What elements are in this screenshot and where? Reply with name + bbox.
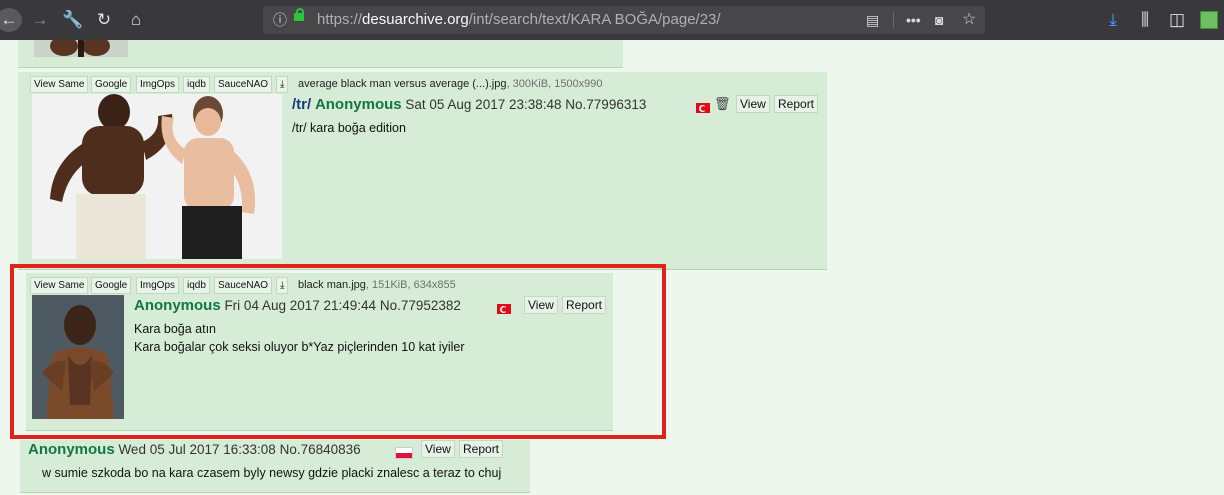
file-meta: , 300KiB, 1500x990: [506, 78, 603, 90]
poster-name: Anonymous: [314, 96, 402, 113]
trash-icon[interactable]: 🗑: [714, 96, 731, 112]
reader-view-icon[interactable]: ▤: [866, 6, 879, 34]
reload-icon[interactable]: ↻: [92, 0, 116, 40]
extension-icon[interactable]: [1200, 11, 1218, 29]
post-body: w sumie szkoda bo na kara czasem byly ne…: [42, 464, 501, 482]
divider: [893, 12, 894, 28]
url-text[interactable]: https://desuarchive.org/int/search/text/…: [317, 6, 721, 34]
file-name-link[interactable]: average black man versus average (...).j…: [298, 78, 507, 90]
report-button[interactable]: Report: [459, 440, 504, 458]
poster-name: Anonymous: [28, 441, 115, 458]
post-header: Anonymous Wed 05 Jul 2017 16:33:08 No.76…: [28, 441, 361, 458]
wrench-icon[interactable]: 🔧: [61, 0, 85, 40]
url-bar[interactable]: ⓘ https://desuarchive.org/int/search/tex…: [263, 6, 985, 34]
post-header: /tr/ Anonymous Sat 05 Aug 2017 23:38:48 …: [292, 96, 646, 113]
red-highlight-box: [10, 264, 666, 439]
bookmark-star-icon[interactable]: ☆: [962, 6, 976, 34]
back-icon[interactable]: ←: [0, 8, 22, 32]
report-button[interactable]: Report: [774, 95, 819, 113]
view-button[interactable]: View: [421, 440, 455, 458]
post-date: Wed 05 Jul 2017 16:33:08: [118, 442, 276, 457]
post-77996313: View Same Google ImgOps iqdb SauceNAO ⤓ …: [18, 72, 827, 270]
poland-flag-icon: [395, 444, 413, 462]
post-number[interactable]: No.76840836: [280, 442, 361, 457]
imgops-button[interactable]: ImgOps: [136, 76, 180, 93]
board-link[interactable]: /tr/: [292, 96, 311, 113]
post-76840836: Anonymous Wed 05 Jul 2017 16:33:08 No.76…: [20, 440, 530, 493]
google-button[interactable]: Google: [91, 76, 132, 93]
home-icon[interactable]: ⌂: [124, 0, 148, 40]
forward-icon[interactable]: →: [28, 0, 52, 40]
lock-icon: [294, 8, 304, 21]
post-date: Sat 05 Aug 2017 23:38:48: [405, 97, 562, 112]
image-fragment: [34, 40, 128, 57]
post-number[interactable]: No.77996313: [565, 97, 646, 112]
info-icon[interactable]: ⓘ: [273, 6, 287, 34]
sidebar-icon[interactable]: ◫: [1165, 0, 1189, 40]
download-icon[interactable]: ⤓: [1101, 0, 1125, 40]
post-line: w sumie szkoda bo na kara czasem byly ne…: [42, 466, 502, 480]
post-body: /tr/ kara boğa edition: [292, 119, 406, 137]
post-image-remnant[interactable]: [34, 40, 128, 57]
more-icon[interactable]: •••: [906, 6, 921, 34]
view-button[interactable]: View: [736, 95, 770, 113]
iqdb-button[interactable]: iqdb: [183, 76, 210, 93]
library-icon[interactable]: ⫼: [1133, 0, 1157, 40]
pocket-icon[interactable]: ◙: [935, 6, 943, 34]
browser-toolbar: ← → 🔧 ↻ ⌂ ⓘ https://desuarchive.org/int/…: [0, 0, 1224, 40]
file-info: average black man versus average (...).j…: [298, 78, 603, 90]
turkey-flag-icon: [696, 99, 710, 117]
view-same-button[interactable]: View Same: [30, 76, 89, 93]
post-line: /tr/ kara boğa edition: [292, 121, 406, 135]
saucenao-button[interactable]: SauceNAO: [214, 76, 273, 93]
post-image[interactable]: [32, 94, 282, 259]
download-image-icon[interactable]: ⤓: [276, 76, 289, 93]
men-flexing-image: [32, 94, 282, 259]
previous-post-remnant: [18, 40, 623, 68]
